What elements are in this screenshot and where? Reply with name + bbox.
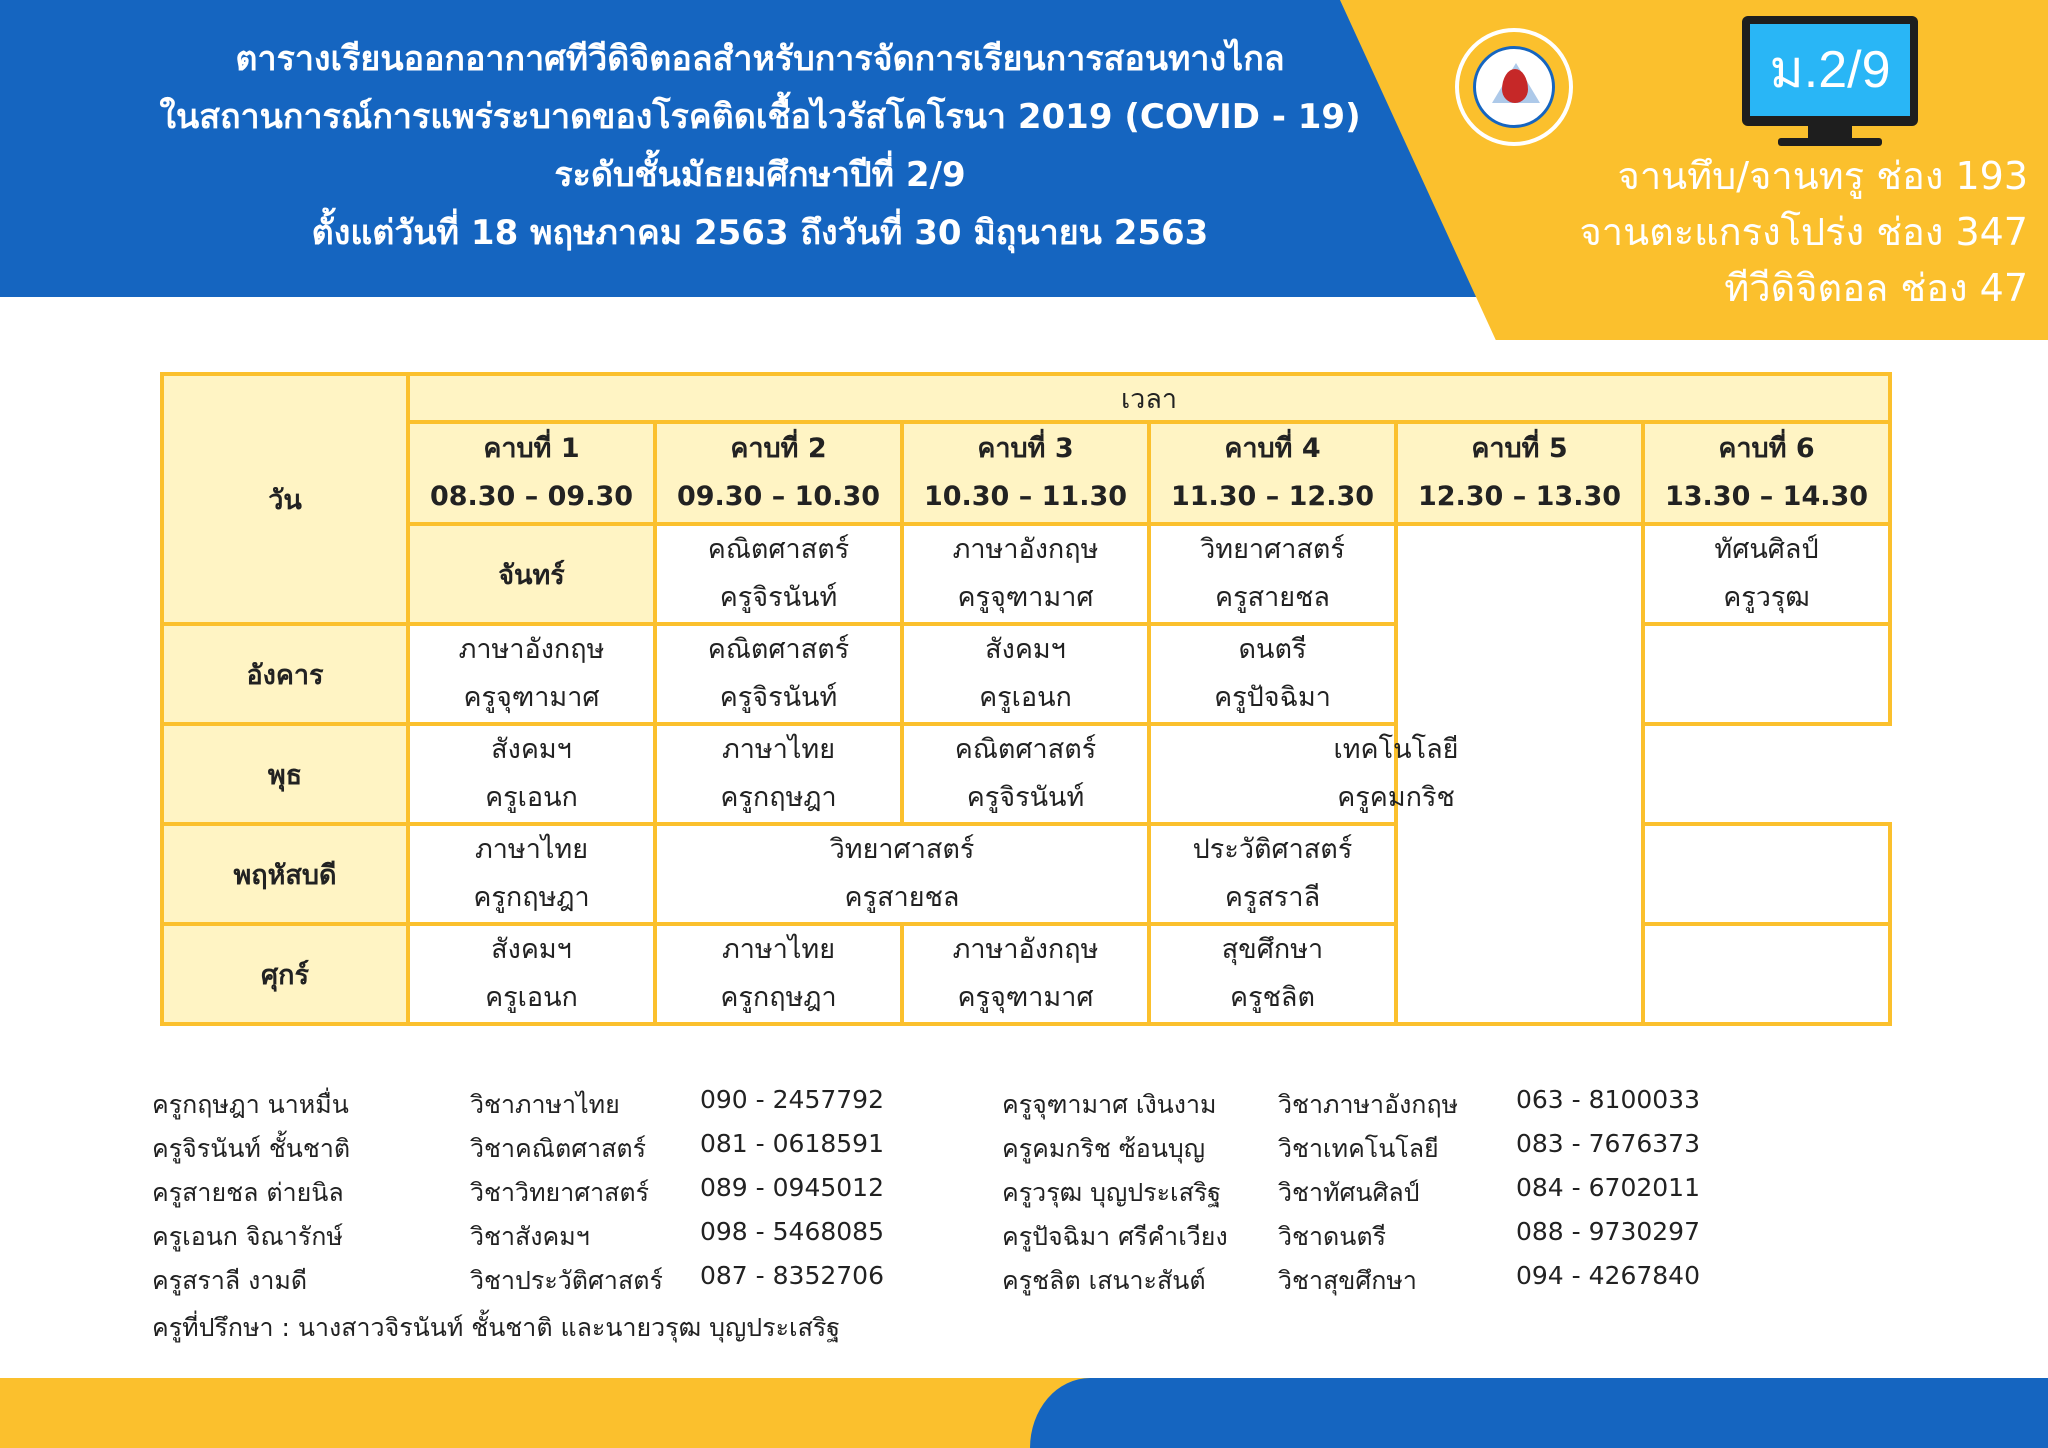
class-cell: ภาษาอังกฤษ ครูจุฑามาศ: [406, 622, 657, 726]
period-header: คาบที่ 2 09.30 – 10.30: [653, 420, 904, 526]
class-cell: เทคโนโลยี ครูคมกริช: [1147, 722, 1645, 826]
class-cell: ทัศนศิลป์ ครูวรุฒ: [1640, 522, 1893, 626]
class-cell: วิทยาศาสตร์ ครูสายชล: [653, 822, 1151, 926]
class-cell: ดนตรี ครูปัจฉิมา: [1147, 622, 1398, 726]
empty-cell: [1640, 822, 1893, 926]
class-cell: สังคมฯ ครูเอนก: [406, 722, 657, 826]
day-label: ศุกร์: [160, 922, 410, 1026]
channel-item: จานตะแกรงโปร่ง ช่อง 347: [1579, 210, 2029, 254]
class-cell: สังคมฯ ครูเอนก: [900, 622, 1151, 726]
advisor-note: ครูที่ปรึกษา : นางสาวจิรนันท์ ชั้นชาติ แ…: [152, 1313, 841, 1342]
tv-icon: ม.2/9: [1742, 16, 1918, 126]
day-label: พุธ: [160, 722, 410, 826]
class-cell: ประวัติศาสตร์ ครูสราลี: [1147, 822, 1398, 926]
period-header: คาบที่ 5 12.30 – 13.30: [1394, 420, 1645, 526]
page-title: ตารางเรียนออกอากาศทีวีดิจิตอลสำหรับการจั…: [140, 30, 1380, 262]
period-header: คาบที่ 4 11.30 – 12.30: [1147, 420, 1398, 526]
class-cell: คณิตศาสตร์ ครูจิรนันท์: [653, 522, 904, 626]
time-header: เวลา: [405, 372, 1893, 424]
title-line-2: ในสถานการณ์การแพร่ระบาดของโรคติดเชื้อไวร…: [159, 97, 1361, 137]
period-header: คาบที่ 6 13.30 – 14.30: [1640, 420, 1893, 526]
day-label: อังคาร: [160, 622, 410, 726]
class-cell: สังคมฯ ครูเอนก: [406, 922, 657, 1026]
class-cell: ภาษาอังกฤษ ครูจุฑามาศ: [900, 522, 1151, 626]
empty-cell: [1640, 922, 1893, 1026]
class-cell: วิทยาศาสตร์ ครูสายชล: [1147, 522, 1398, 626]
title-line-1: ตารางเรียนออกอากาศทีวีดิจิตอลสำหรับการจั…: [235, 39, 1285, 79]
day-column-header: วัน: [160, 372, 410, 626]
period-header: คาบที่ 3 10.30 – 11.30: [900, 420, 1151, 526]
class-cell: คณิตศาสตร์ ครูจิรนันท์: [653, 622, 904, 726]
channel-item: ทีวีดิจิตอล ช่อง 47: [1724, 266, 2028, 310]
class-badge: ม.2/9: [1750, 24, 1910, 116]
class-cell: ภาษาไทย ครูกฤษฎา: [406, 822, 657, 926]
class-cell: คณิตศาสตร์ ครูจิรนันท์: [900, 722, 1151, 826]
day-label: จันทร์: [406, 522, 657, 626]
channel-list: จานทึบ/จานทรู ช่อง 193 จานตะแกรงโปร่ง ช่…: [1580, 148, 2029, 316]
schedule-table: วัน เวลา คาบที่ 1 08.30 – 09.30 คาบที่ 20…: [160, 372, 1893, 1026]
day-label: พฤหัสบดี: [160, 822, 410, 926]
class-cell: ภาษาไทย ครูกฤษฎา: [653, 722, 904, 826]
class-cell: ภาษาไทย ครูกฤษฎา: [653, 922, 904, 1026]
class-cell: ภาษาอังกฤษ ครูจุฑามาศ: [900, 922, 1151, 1026]
school-logo-icon: [1455, 28, 1573, 146]
footer-band-blue: [1030, 1378, 2048, 1448]
title-line-3: ระดับชั้นมัธยมศึกษาปีที่ 2/9: [554, 155, 966, 195]
class-cell: สุขศึกษา ครูชลิต: [1147, 922, 1398, 1026]
title-line-4: ตั้งแต่วันที่ 18 พฤษภาคม 2563 ถึงวันที่ …: [311, 213, 1209, 253]
empty-cell: [1640, 622, 1893, 726]
channel-item: จานทึบ/จานทรู ช่อง 193: [1617, 154, 2028, 198]
period-header: คาบที่ 1 08.30 – 09.30: [406, 420, 657, 526]
